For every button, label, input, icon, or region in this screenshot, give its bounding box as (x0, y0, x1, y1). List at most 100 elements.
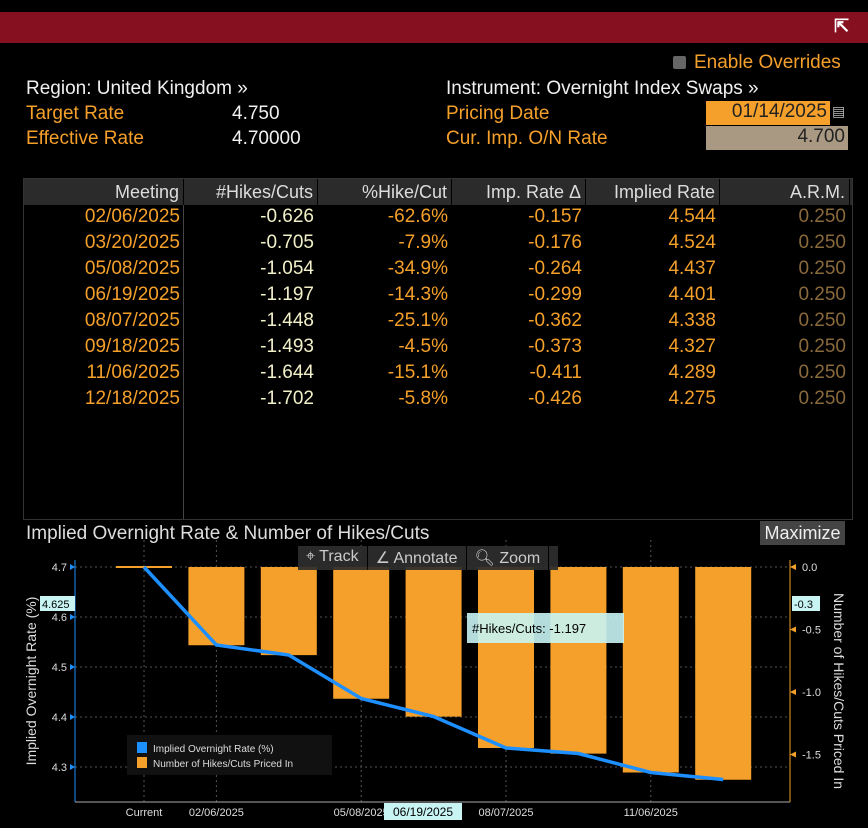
y2-tick-label: 0.0 (802, 562, 817, 574)
cell-hikes-cuts: -1.197 (260, 284, 314, 305)
y-tick-label: 4.6 (52, 612, 67, 624)
cell-meeting: 09/18/2025 (84, 336, 180, 357)
y2-tick (790, 626, 796, 633)
cell-arm: 0.250 (798, 206, 846, 227)
bar[interactable] (622, 567, 679, 773)
cell-hikes-cuts: -0.626 (260, 206, 314, 227)
cell-meeting: 08/07/2025 (84, 310, 180, 331)
cell-implied-rate: 4.524 (668, 232, 716, 253)
cell-arm: 0.250 (798, 336, 846, 357)
table-row[interactable]: 09/18/2025 -1.493 -4.5% -0.373 4.327 0.250 (24, 334, 850, 360)
y2-tick (790, 564, 796, 570)
cell-implied-rate: 4.275 (668, 388, 716, 409)
external-link-icon[interactable]: ⇱ (834, 16, 854, 36)
y-tick (70, 614, 75, 620)
cell-meeting: 12/18/2025 (84, 388, 180, 409)
cur-rate-label: Cur. Imp. O/N Rate (446, 128, 608, 149)
legend-label: Implied Overnight Rate (%) (153, 744, 274, 755)
cell-hikes-cuts: -1.702 (260, 388, 314, 409)
bar[interactable] (333, 567, 390, 699)
table-row[interactable]: 06/19/2025 -1.197 -14.3% -0.299 4.401 0.250 (24, 282, 850, 308)
crosshair-right-text: -0.3 (794, 599, 813, 611)
pricing-date-label: Pricing Date (446, 103, 550, 124)
table-row[interactable]: 11/06/2025 -1.644 -15.1% -0.411 4.289 0.250 (24, 360, 850, 386)
table-row[interactable]: 03/20/2025 -0.705 -7.9% -0.176 4.524 0.250 (24, 230, 850, 256)
cell-arm: 0.250 (798, 258, 846, 279)
y2-tick-label: -1.0 (802, 687, 821, 699)
annotate-button[interactable]: ∠ Annotate (368, 546, 467, 570)
col-arm[interactable]: A.R.M. (720, 179, 850, 205)
y-axis-title: Implied Overnight Rate (%) (23, 597, 39, 766)
table-row[interactable]: 02/06/2025 -0.626 -62.6% -0.157 4.544 0.250 (24, 204, 850, 230)
col-hikes-cuts[interactable]: #Hikes/Cuts (184, 179, 318, 205)
title-bar (0, 12, 868, 43)
cell-hikes-cuts: -1.448 (260, 310, 314, 331)
y2-tick (790, 751, 796, 758)
region-selector[interactable]: Region: United Kingdom » (26, 78, 248, 100)
y-tick (70, 764, 75, 770)
bar[interactable] (188, 567, 245, 646)
y-tick-label: 4.4 (52, 712, 67, 724)
y2-tick-label: -1.5 (802, 750, 821, 762)
cur-rate-input[interactable]: 4.700 (706, 126, 848, 150)
cell-implied-rate: 4.338 (668, 310, 716, 331)
bar[interactable] (695, 567, 752, 780)
x-tick-label: Current (126, 807, 163, 819)
enable-overrides-label[interactable]: Enable Overrides (694, 52, 841, 74)
bar[interactable] (405, 567, 462, 717)
table-row[interactable]: 05/08/2025 -1.054 -34.9% -0.264 4.437 0.250 (24, 256, 850, 282)
x-tick-label: 02/06/2025 (189, 807, 244, 819)
cell-arm: 0.250 (798, 310, 846, 331)
table-row[interactable]: 12/18/2025 -1.702 -5.8% -0.426 4.275 0.250 (24, 386, 850, 412)
cell-hikes-cuts: -0.705 (260, 232, 314, 253)
col-pct-hike-cut[interactable]: %Hike/Cut (318, 179, 452, 205)
y-tick-label: 4.7 (52, 562, 67, 574)
bar[interactable] (260, 567, 317, 656)
rate-chart[interactable]: 4.7 4.6 4.5 4.4 4.3 0.0 -0.5 -1.0 -1.5 Current 02/… (0, 540, 868, 828)
cell-imp-rate-delta: -0.426 (528, 388, 582, 409)
cell-meeting: 06/19/2025 (84, 284, 180, 305)
cell-pct-hike-cut: -62.6% (387, 206, 448, 227)
cell-meeting: 02/06/2025 (84, 206, 180, 227)
table-header: Meeting #Hikes/Cuts %Hike/Cut Imp. Rate … (24, 179, 852, 205)
enable-overrides-checkbox[interactable] (673, 56, 686, 69)
tooltip-text: #Hikes/Cuts: -1.197 (472, 621, 586, 636)
cell-imp-rate-delta: -0.157 (528, 206, 582, 227)
y-tick-label: 4.3 (52, 762, 67, 774)
cell-imp-rate-delta: -0.264 (528, 258, 582, 279)
cell-pct-hike-cut: -25.1% (387, 310, 448, 331)
meetings-table: Meeting #Hikes/Cuts %Hike/Cut Imp. Rate … (23, 178, 853, 520)
bar[interactable] (478, 567, 534, 748)
cell-meeting: 11/06/2025 (86, 362, 180, 383)
y-tick (70, 664, 75, 670)
x-tick-label: 05/08/2025 (334, 807, 389, 819)
calendar-icon[interactable]: ▤ (832, 103, 846, 121)
table-row[interactable]: 08/07/2025 -1.448 -25.1% -0.362 4.338 0.250 (24, 308, 850, 334)
cell-imp-rate-delta: -0.411 (529, 362, 582, 383)
pricing-date-input[interactable]: 01/14/2025 (706, 101, 830, 125)
col-imp-rate-delta[interactable]: Imp. Rate Δ (452, 179, 586, 205)
cell-pct-hike-cut: -34.9% (387, 258, 448, 279)
track-button[interactable]: ⌖ Track (298, 546, 368, 570)
bar[interactable] (550, 567, 607, 754)
chart-toolbar: ⌖ Track ∠ Annotate 🔍︎ Zoom (298, 546, 558, 570)
legend-label: Number of Hikes/Cuts Priced In (153, 759, 293, 770)
zoom-button[interactable]: 🔍︎ Zoom (467, 546, 550, 570)
legend-swatch (137, 742, 147, 753)
y-tick-label: 4.5 (52, 662, 67, 674)
top-strip (0, 0, 868, 12)
cell-arm: 0.250 (798, 232, 846, 253)
effective-rate-label: Effective Rate (26, 128, 144, 149)
cell-pct-hike-cut: -14.3% (387, 284, 448, 305)
instrument-selector[interactable]: Instrument: Overnight Index Swaps » (446, 78, 759, 100)
cell-implied-rate: 4.401 (668, 284, 716, 305)
col-meeting[interactable]: Meeting (24, 179, 184, 205)
y-tick (70, 714, 75, 720)
cell-imp-rate-delta: -0.373 (528, 336, 582, 357)
cell-implied-rate: 4.437 (668, 258, 716, 279)
crosshair-x-text: 06/19/2025 (393, 805, 453, 819)
magnifier-icon: 🔍︎ (474, 550, 500, 567)
col-implied-rate[interactable]: Implied Rate (586, 179, 720, 205)
y2-tick (790, 689, 796, 695)
x-tick-label: 11/06/2025 (624, 807, 678, 819)
